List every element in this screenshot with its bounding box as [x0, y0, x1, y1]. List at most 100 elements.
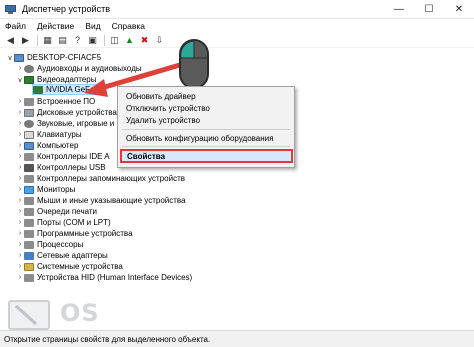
menu-item-update-driver[interactable]: Обновить драйвер: [126, 92, 196, 101]
update-driver-icon[interactable]: ▲: [123, 34, 136, 46]
computer-icon: [24, 141, 34, 150]
expand-arrow-icon[interactable]: ›: [16, 197, 24, 204]
tree-item-label: Программные устройства: [37, 229, 133, 238]
uninstall-icon[interactable]: ✖: [138, 34, 151, 46]
scan-hardware-icon[interactable]: ◫: [108, 34, 121, 46]
tree-item-sound[interactable]: › Звуковые, игровые и в: [16, 118, 121, 129]
disk-icon: [24, 108, 34, 117]
expand-arrow-icon[interactable]: ›: [16, 142, 24, 149]
maximize-button[interactable]: ☐: [414, 0, 444, 19]
tree-item-ide[interactable]: › Контроллеры IDE A: [16, 151, 110, 162]
toolbar-divider: [37, 34, 38, 46]
toolbar-divider: [104, 34, 105, 46]
audio-icon: [24, 64, 34, 73]
menu-file[interactable]: Файл: [5, 21, 26, 31]
help-icon[interactable]: ?: [71, 34, 84, 46]
download-icon[interactable]: ⇩: [153, 34, 166, 46]
port-icon: [24, 218, 34, 227]
software-device-icon: [24, 229, 34, 238]
toolbar: ◀ ▶ ▦ ▤ ? ▣ ◫ ▲ ✖ ⇩: [0, 33, 474, 48]
tree-item-label: Контроллеры запоминающих устройств: [37, 174, 185, 183]
tree-item-disk[interactable]: › Дисковые устройства: [16, 107, 117, 118]
properties-icon[interactable]: ▤: [56, 34, 69, 46]
firmware-icon: [24, 97, 34, 106]
expand-arrow-icon[interactable]: ›: [16, 175, 24, 182]
tree-item-label: Контроллеры USB: [37, 163, 106, 172]
status-text: Открытие страницы свойств для выделенног…: [4, 334, 211, 344]
menu-item-scan-hardware[interactable]: Обновить конфигурацию оборудования: [126, 134, 273, 143]
tree-item-label: Контроллеры IDE A: [37, 152, 110, 161]
storage-icon: [24, 174, 34, 183]
menu-view[interactable]: Вид: [85, 21, 100, 31]
expand-arrow-icon[interactable]: ›: [16, 252, 24, 259]
expand-arrow-icon[interactable]: ›: [16, 153, 24, 160]
hid-icon: [24, 273, 34, 282]
back-icon[interactable]: ◀: [4, 34, 17, 46]
menu-item-properties[interactable]: Свойства: [120, 149, 293, 163]
mouse-icon: [24, 196, 34, 205]
menu-item-properties-label: Свойства: [127, 152, 166, 161]
tree-item-label: Мониторы: [37, 185, 76, 194]
tree-item-processors[interactable]: › Процессоры: [16, 239, 84, 250]
tree-item-usb[interactable]: › Контроллеры USB: [16, 162, 106, 173]
expand-arrow-icon[interactable]: ›: [16, 65, 24, 72]
tree-item-computer[interactable]: › Компьютер: [16, 140, 79, 151]
expand-arrow-icon[interactable]: ›: [16, 263, 24, 270]
tree-item-software-devices[interactable]: › Программные устройства: [16, 228, 133, 239]
tree-view-icon[interactable]: ▦: [41, 34, 54, 46]
expand-arrow-icon[interactable]: ›: [16, 109, 24, 116]
expand-arrow-icon[interactable]: ›: [16, 230, 24, 237]
tree-item-label: Процессоры: [37, 240, 84, 249]
menu-action[interactable]: Действие: [37, 21, 74, 31]
tree-item-label: Сетевые адаптеры: [37, 251, 108, 260]
tree-item-network[interactable]: › Сетевые адаптеры: [16, 250, 108, 261]
collapse-arrow-icon[interactable]: ∨: [16, 76, 24, 84]
mouse-icon: [179, 39, 209, 89]
tree-item-hid[interactable]: › Устройства HID (Human Interface Device…: [16, 272, 192, 283]
collapse-arrow-icon[interactable]: ∨: [6, 54, 14, 62]
expand-arrow-icon[interactable]: ›: [16, 219, 24, 226]
ide-icon: [24, 152, 34, 161]
device-manager-icon: [5, 4, 16, 15]
tree-item-label: Устройства HID (Human Interface Devices): [37, 273, 193, 282]
usb-icon: [24, 163, 34, 172]
tree-item-ports[interactable]: › Порты (COM и LPT): [16, 217, 111, 228]
window-title: Диспетчер устройств: [22, 4, 110, 14]
expand-arrow-icon[interactable]: ›: [16, 274, 24, 281]
menu-separator: [122, 146, 290, 147]
expand-arrow-icon[interactable]: ›: [16, 241, 24, 248]
tree-item-mice[interactable]: › Мыши и иные указывающие устройства: [16, 195, 186, 206]
tree-item-monitors[interactable]: › Мониторы: [16, 184, 75, 195]
tree-item-label: Звуковые, игровые и в: [37, 119, 121, 128]
expand-arrow-icon[interactable]: ›: [16, 208, 24, 215]
expand-arrow-icon[interactable]: ›: [16, 120, 24, 127]
computer-icon: [14, 53, 24, 62]
minimize-button[interactable]: —: [384, 0, 414, 19]
network-icon: [24, 251, 34, 260]
title-bar: Диспетчер устройств — ☐ ✕: [0, 0, 474, 19]
expand-arrow-icon[interactable]: ›: [16, 131, 24, 138]
device-list-icon[interactable]: ▣: [86, 34, 99, 46]
monitor-icon: [24, 185, 34, 194]
tree-item-print-queues[interactable]: › Очереди печати: [16, 206, 97, 217]
gpu-icon: [33, 85, 43, 94]
cpu-icon: [24, 240, 34, 249]
tree-item-label: Очереди печати: [37, 207, 98, 216]
keyboard-icon: [24, 130, 34, 139]
tree-item-storage[interactable]: › Контроллеры запоминающих устройств: [16, 173, 185, 184]
expand-arrow-icon[interactable]: ›: [16, 98, 24, 105]
expand-arrow-icon[interactable]: ›: [16, 164, 24, 171]
forward-icon[interactable]: ▶: [19, 34, 32, 46]
menu-help[interactable]: Справка: [112, 21, 145, 31]
tree-item-system[interactable]: › Системные устройства: [16, 261, 123, 272]
tree-item-label: Клавиатуры: [37, 130, 82, 139]
close-button[interactable]: ✕: [444, 0, 474, 19]
tree-item-keyboard[interactable]: › Клавиатуры: [16, 129, 82, 140]
context-menu: Обновить драйвер Отключить устройство Уд…: [117, 86, 295, 168]
tree-item-label: Системные устройства: [37, 262, 123, 271]
menu-item-uninstall-device[interactable]: Удалить устройство: [126, 116, 200, 125]
expand-arrow-icon[interactable]: ›: [16, 186, 24, 193]
menu-item-disable-device[interactable]: Отключить устройство: [126, 104, 210, 113]
menu-bar: Файл Действие Вид Справка: [0, 19, 474, 33]
sound-icon: [24, 119, 34, 128]
